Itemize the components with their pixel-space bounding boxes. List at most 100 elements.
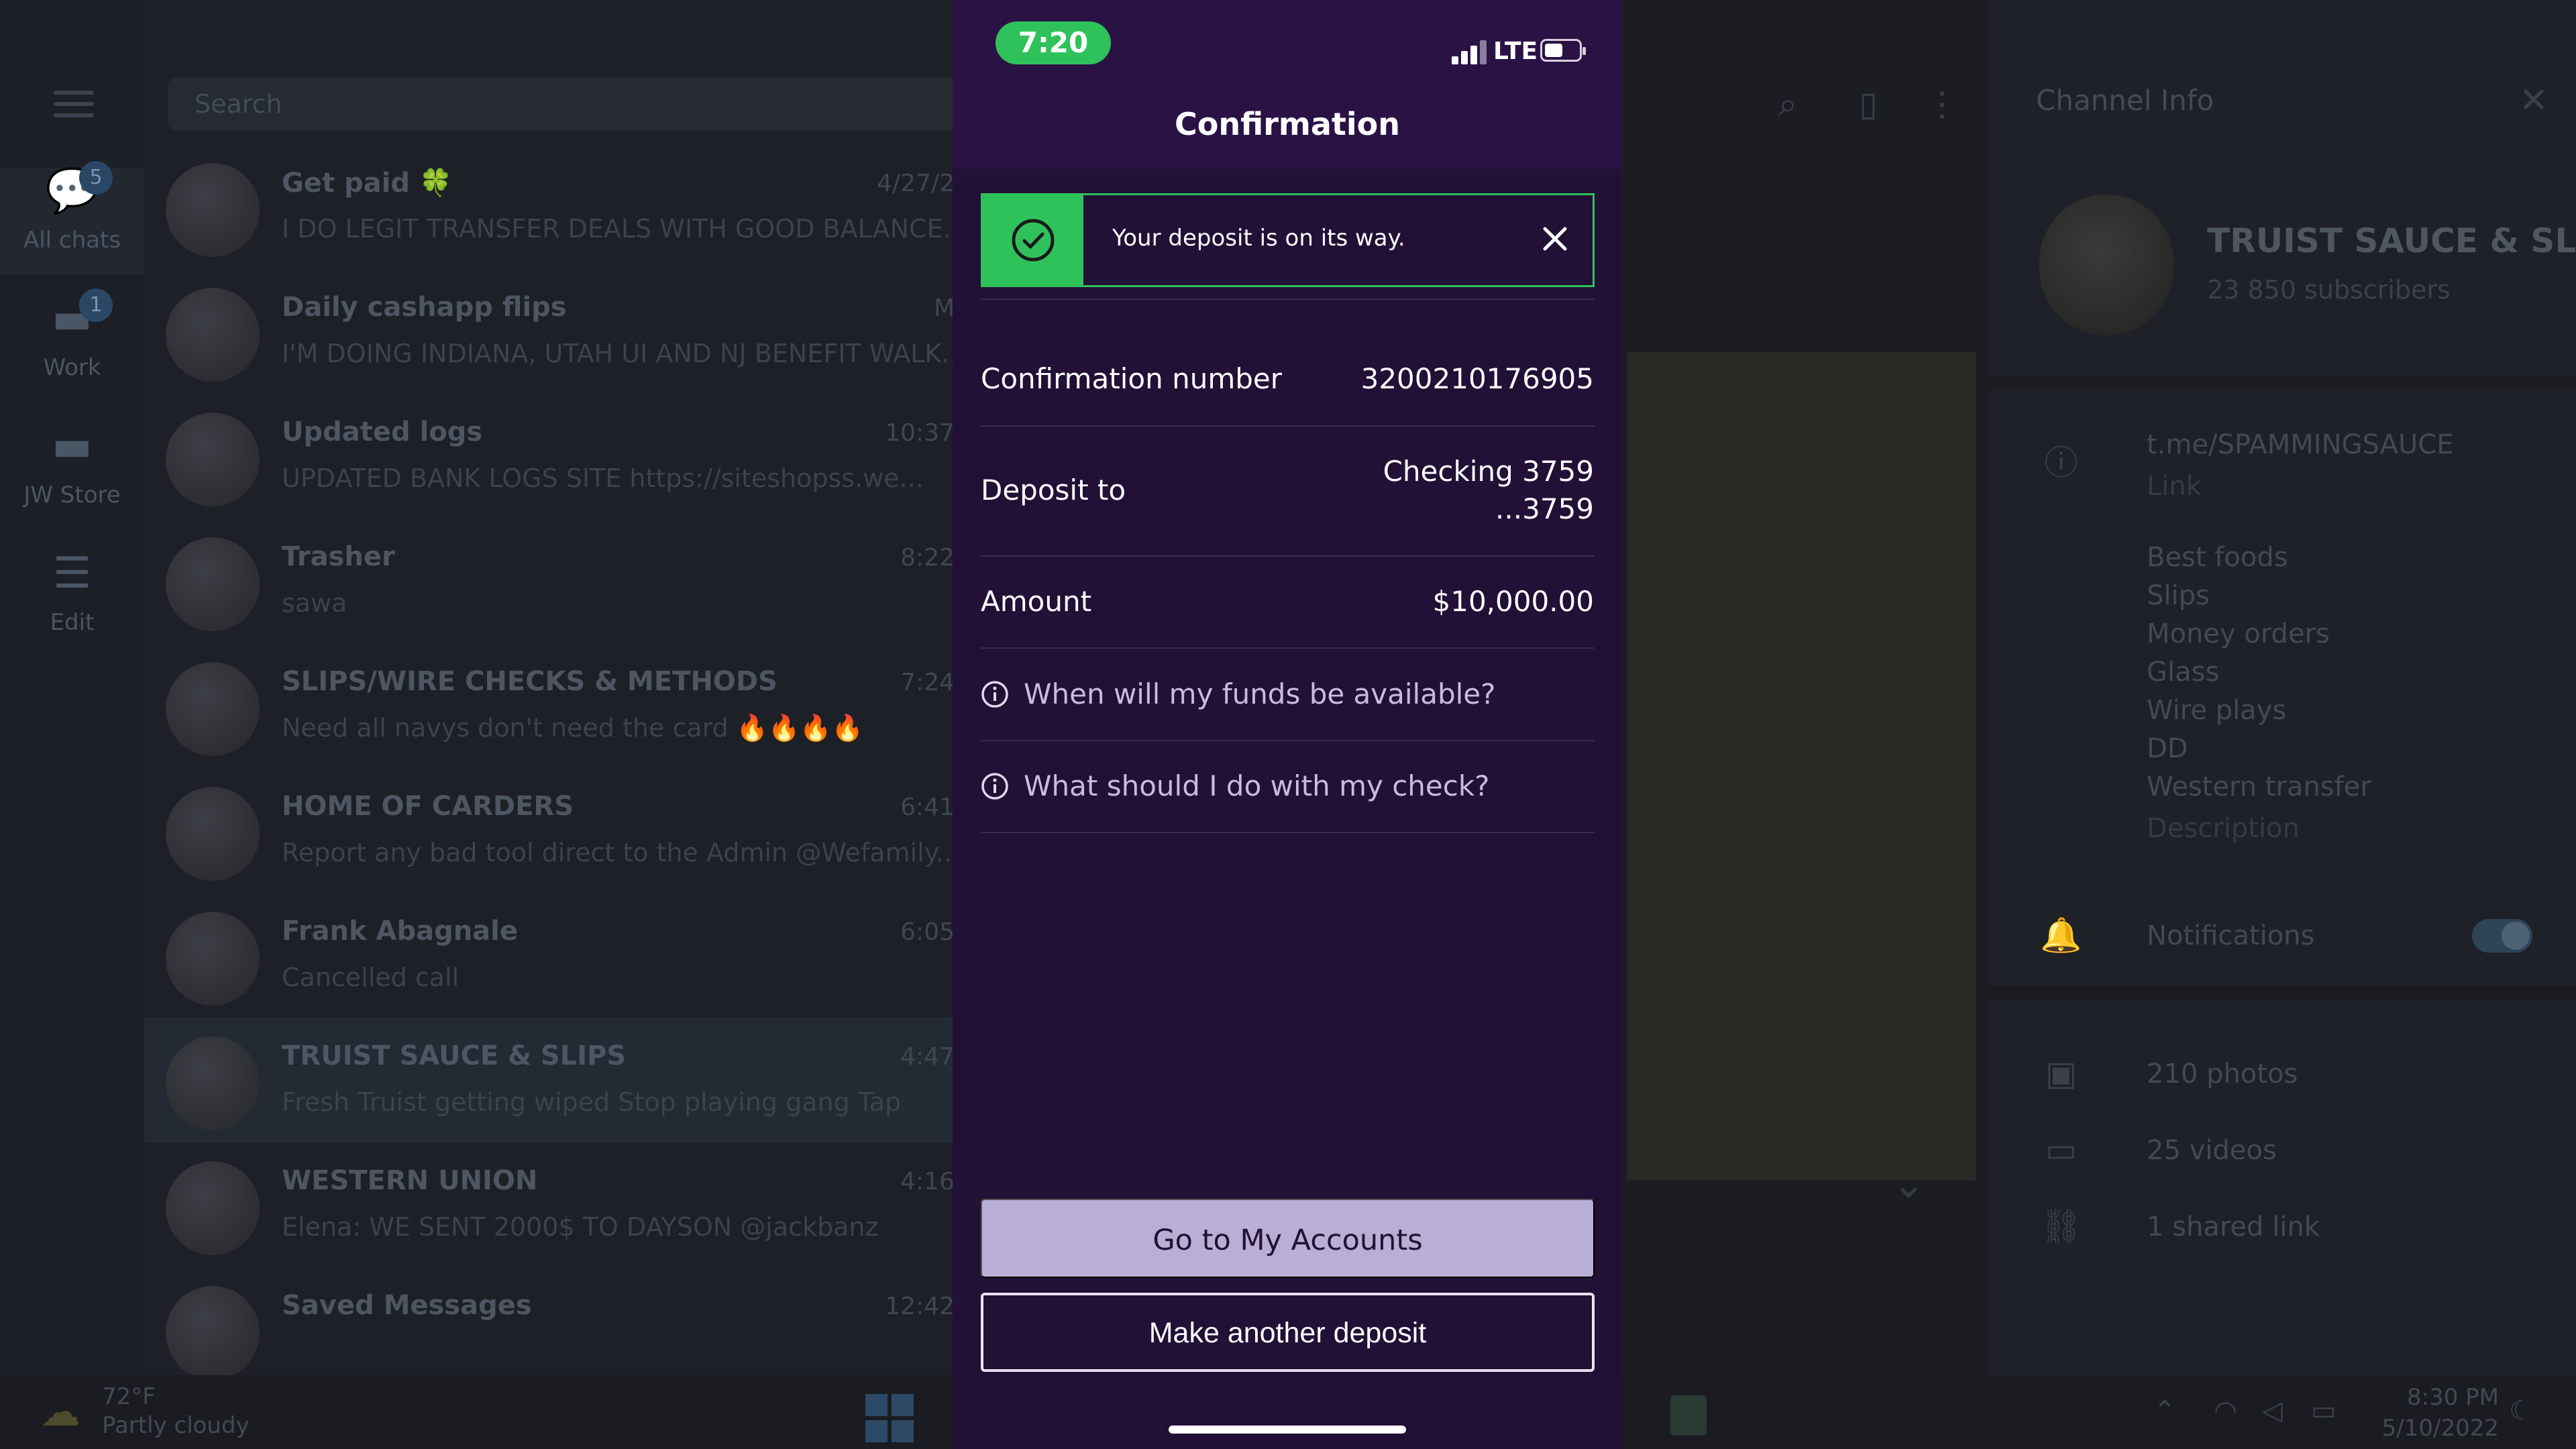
notifications-toggle[interactable] [2472, 919, 2532, 953]
chat-row[interactable]: SLIPS/WIRE CHECKS & METHODS 7:24 Need al… [144, 643, 976, 768]
chat-row[interactable]: Trasher 8:22 sawa [144, 519, 976, 643]
channel-link[interactable]: t.me/SPAMMINGSAUCE [2147, 429, 2453, 460]
help-link-what-to-do-with-check[interactable]: What should I do with my check? [981, 757, 1595, 818]
battery-icon[interactable]: ▭ [2311, 1395, 2337, 1426]
menu-icon[interactable] [54, 91, 94, 117]
app-icon[interactable] [1670, 1395, 1707, 1436]
rail-item-work[interactable]: ▬ 1 Work [0, 288, 144, 402]
go-to-my-accounts-button[interactable]: Go to My Accounts [981, 1199, 1595, 1278]
chat-preview: I DO LEGIT TRANSFER DEALS WITH GOOD BALA… [282, 214, 953, 244]
header: Confirmation [953, 87, 1622, 169]
chat-preview: Elena: WE SENT 2000$ TO DAYSON @jackbanz [282, 1212, 879, 1242]
volume-icon[interactable]: ◁ [2262, 1395, 2283, 1426]
weather-temperature: 72°F [102, 1383, 156, 1410]
panel-title: Channel Info [2036, 84, 2214, 117]
page-title: Confirmation [1175, 106, 1400, 142]
chat-row[interactable]: TRUIST SAUCE & SLIPS 4:47 Fresh Truist g… [144, 1018, 976, 1142]
avatar [166, 413, 260, 506]
detail-label: Deposit to [981, 474, 1126, 506]
chat-preview: I'M DOING INDIANA, UTAH UI AND NJ BENEFI… [282, 339, 953, 368]
phone-screen: 7:20 LTE Confirmation Your deposit is on… [953, 0, 1622, 1449]
chat-row[interactable]: HOME OF CARDERS 6:41 Report any bad tool… [144, 768, 976, 893]
close-icon[interactable]: ✕ [2519, 80, 2548, 121]
chevron-up-icon[interactable]: ⌃ [2153, 1395, 2176, 1426]
chat-time: 4:47 [900, 1043, 955, 1071]
chat-title: Updated logs [282, 417, 483, 447]
chat-row[interactable]: Daily cashapp flips M I'M DOING INDIANA,… [144, 269, 976, 394]
weather-icon[interactable]: ☁ [40, 1389, 80, 1436]
home-indicator[interactable] [1169, 1426, 1406, 1434]
detail-label: Confirmation number [981, 362, 1282, 395]
chat-time: 4:16 [900, 1168, 955, 1195]
chevron-down-icon[interactable]: ⌄ [1882, 1161, 1935, 1214]
channel-info-panel: Channel Info ✕ TRUIST SAUCE & SL... 23 8… [1989, 0, 2576, 1375]
chat-title: SLIPS/WIRE CHECKS & METHODS [282, 666, 777, 697]
chat-row[interactable]: Saved Messages 12:42 [144, 1267, 976, 1375]
divider [1989, 376, 2576, 389]
avatar [166, 1036, 260, 1130]
help-link-funds-available[interactable]: When will my funds be available? [981, 665, 1595, 726]
detail-value: Checking 3759 [1383, 455, 1594, 488]
chat-row[interactable]: Frank Abagnale 6:05 Cancelled call [144, 893, 976, 1018]
folders-rail: 💬 5 All chats ▬ 1 Work ▬ JW Store ☰ Edit [0, 0, 144, 1375]
search-icon[interactable]: ⌕ [1768, 84, 1808, 124]
rail-label: Work [43, 354, 101, 381]
detail-value: 3200210176905 [1360, 362, 1594, 395]
moon-icon[interactable]: ☾ [2509, 1395, 2533, 1426]
info-icon [981, 773, 1008, 800]
avatar [166, 1161, 260, 1255]
avatar [2039, 195, 2174, 335]
chat-row[interactable]: Updated logs 10:37 UPDATED BANK LOGS SIT… [144, 394, 976, 519]
chat-preview: UPDATED BANK LOGS SITE https://siteshops… [282, 464, 924, 493]
description-line: Best foods [2147, 542, 2288, 573]
chat-title: WESTERN UNION [282, 1165, 538, 1196]
chat-media [1627, 352, 1976, 1181]
shared-links-count[interactable]: 1 shared link [2147, 1212, 2320, 1242]
clock-time: 8:30 PM [2407, 1384, 2499, 1411]
detail-value: $10,000.00 [1432, 585, 1594, 618]
chat-time: 7:24 [900, 669, 955, 696]
chat-row[interactable]: WESTERN UNION 4:16 Elena: WE SENT 2000$ … [144, 1142, 976, 1267]
search-input[interactable]: Search [168, 77, 959, 131]
chat-title: Trasher [282, 541, 395, 572]
detail-value-secondary: ...3759 [1495, 492, 1594, 525]
rail-item-all-chats[interactable]: 💬 5 All chats [0, 161, 144, 275]
divider [981, 740, 1595, 741]
photo-icon: ▣ [2045, 1054, 2078, 1093]
chat-time: 10:37 [885, 419, 955, 447]
divider [981, 299, 1595, 300]
link-label: Link [2147, 471, 2202, 502]
signal-icon [1452, 39, 1488, 64]
network-type: LTE [1493, 38, 1538, 65]
help-link-text: What should I do with my check? [1024, 769, 1490, 802]
divider [981, 425, 1595, 427]
chat-list: Search Get paid 🍀 4/27/2 I DO LEGIT TRAN… [144, 0, 976, 1375]
chat-preview: Fresh Truist getting wiped Stop playing … [282, 1087, 902, 1117]
link-icon: ⛓ [2039, 1207, 2083, 1246]
make-another-deposit-button[interactable]: Make another deposit [981, 1293, 1595, 1372]
chat-preview: Report any bad tool direct to the Admin … [282, 838, 953, 867]
chat-title: Frank Abagnale [282, 916, 519, 947]
chat-title: TRUIST SAUCE & SLIPS [282, 1040, 627, 1071]
close-icon[interactable] [1532, 215, 1578, 262]
videos-count[interactable]: 25 videos [2147, 1135, 2277, 1166]
avatar [166, 537, 260, 631]
chat-preview: sawa [282, 588, 347, 618]
avatar [166, 163, 260, 257]
chat-preview: Cancelled call [282, 963, 460, 992]
sidebar-toggle-icon[interactable]: ▯ [1848, 84, 1888, 124]
avatar [166, 662, 260, 756]
status-time: 7:20 [996, 21, 1111, 64]
wifi-icon[interactable]: ◠ [2214, 1395, 2237, 1426]
rail-item-jw-store[interactable]: ▬ JW Store [0, 423, 144, 530]
description-line: Wire plays [2147, 695, 2287, 726]
rail-item-edit[interactable]: ☰ Edit [0, 550, 144, 657]
banner-message: Your deposit is on its way. [1112, 225, 1405, 252]
more-icon[interactable]: ⋮ [1922, 84, 1962, 124]
info-icon: ⓘ [2044, 443, 2078, 482]
description-line: DD [2147, 733, 2188, 764]
chat-row[interactable]: Get paid 🍀 4/27/2 I DO LEGIT TRANSFER DE… [144, 144, 976, 269]
photos-count[interactable]: 210 photos [2147, 1059, 2298, 1089]
clock[interactable]: 8:30 PM 5/10/2022 [2371, 1382, 2499, 1444]
start-icon[interactable] [865, 1394, 914, 1442]
